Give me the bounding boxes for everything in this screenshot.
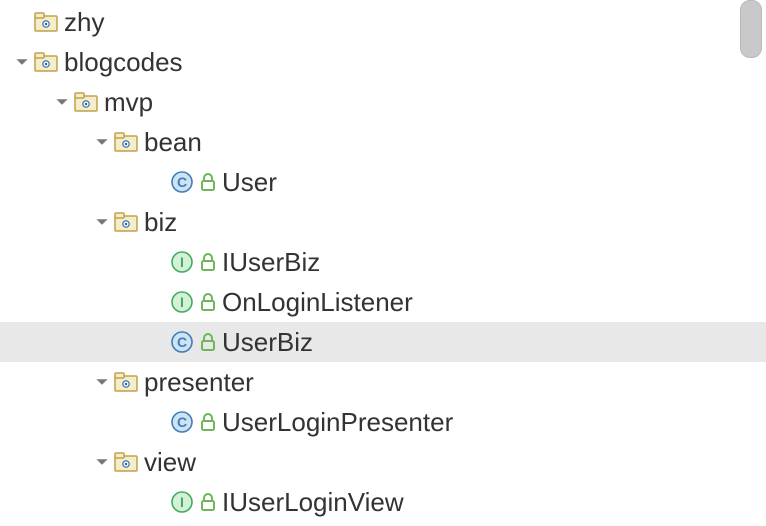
node-label: IUserLoginView — [222, 487, 404, 518]
tree-node-mvp[interactable]: mvp — [0, 82, 766, 122]
node-label: presenter — [144, 367, 254, 398]
node-label: User — [222, 167, 277, 198]
svg-text:I: I — [180, 254, 184, 270]
package-icon — [114, 212, 138, 232]
tree-node-userbiz[interactable]: C UserBiz — [0, 322, 766, 362]
tree-node-userloginactivity[interactable]: C UserLoginActivity — [0, 522, 766, 526]
node-label: zhy — [64, 7, 104, 38]
tree-node-user[interactable]: C User — [0, 162, 766, 202]
class-icon: C — [170, 330, 194, 354]
lock-icon — [200, 413, 216, 431]
chevron-down-icon[interactable] — [50, 95, 74, 109]
svg-text:C: C — [177, 174, 187, 190]
tree-node-iuserloginview[interactable]: I IUserLoginView — [0, 482, 766, 522]
tree-node-onloginlistener[interactable]: I OnLoginListener — [0, 282, 766, 322]
package-icon — [34, 12, 58, 32]
lock-icon — [200, 173, 216, 191]
lock-icon — [200, 253, 216, 271]
tree-node-bean[interactable]: bean — [0, 122, 766, 162]
svg-text:C: C — [177, 334, 187, 350]
chevron-down-icon[interactable] — [90, 455, 114, 469]
tree-node-blogcodes[interactable]: blogcodes — [0, 42, 766, 82]
node-label: UserBiz — [222, 327, 313, 358]
tree-node-zhy[interactable]: zhy — [0, 2, 766, 42]
tree-node-userloginpresenter[interactable]: C UserLoginPresenter — [0, 402, 766, 442]
interface-icon: I — [170, 250, 194, 274]
chevron-down-icon[interactable] — [90, 375, 114, 389]
class-icon: C — [170, 410, 194, 434]
project-tree[interactable]: zhy blogcodes — [0, 0, 766, 526]
node-label: view — [144, 447, 196, 478]
svg-text:I: I — [180, 294, 184, 310]
package-icon — [34, 52, 58, 72]
node-label: blogcodes — [64, 47, 183, 78]
node-label: IUserBiz — [222, 247, 320, 278]
interface-icon: I — [170, 290, 194, 314]
node-label: biz — [144, 207, 177, 238]
node-label: bean — [144, 127, 202, 158]
package-icon — [74, 92, 98, 112]
package-icon — [114, 132, 138, 152]
lock-icon — [200, 493, 216, 511]
node-label: OnLoginListener — [222, 287, 413, 318]
svg-text:I: I — [180, 494, 184, 510]
lock-icon — [200, 293, 216, 311]
node-label: UserLoginPresenter — [222, 407, 453, 438]
node-label: mvp — [104, 87, 153, 118]
tree-node-presenter[interactable]: presenter — [0, 362, 766, 402]
tree-node-iuserbiz[interactable]: I IUserBiz — [0, 242, 766, 282]
chevron-down-icon[interactable] — [90, 135, 114, 149]
vertical-scrollbar[interactable] — [740, 0, 762, 58]
lock-icon — [200, 333, 216, 351]
package-icon — [114, 452, 138, 472]
tree-node-view[interactable]: view — [0, 442, 766, 482]
chevron-down-icon[interactable] — [90, 215, 114, 229]
interface-icon: I — [170, 490, 194, 514]
chevron-down-icon[interactable] — [10, 55, 34, 69]
class-icon: C — [170, 170, 194, 194]
tree-node-biz[interactable]: biz — [0, 202, 766, 242]
package-icon — [114, 372, 138, 392]
svg-text:C: C — [177, 414, 187, 430]
